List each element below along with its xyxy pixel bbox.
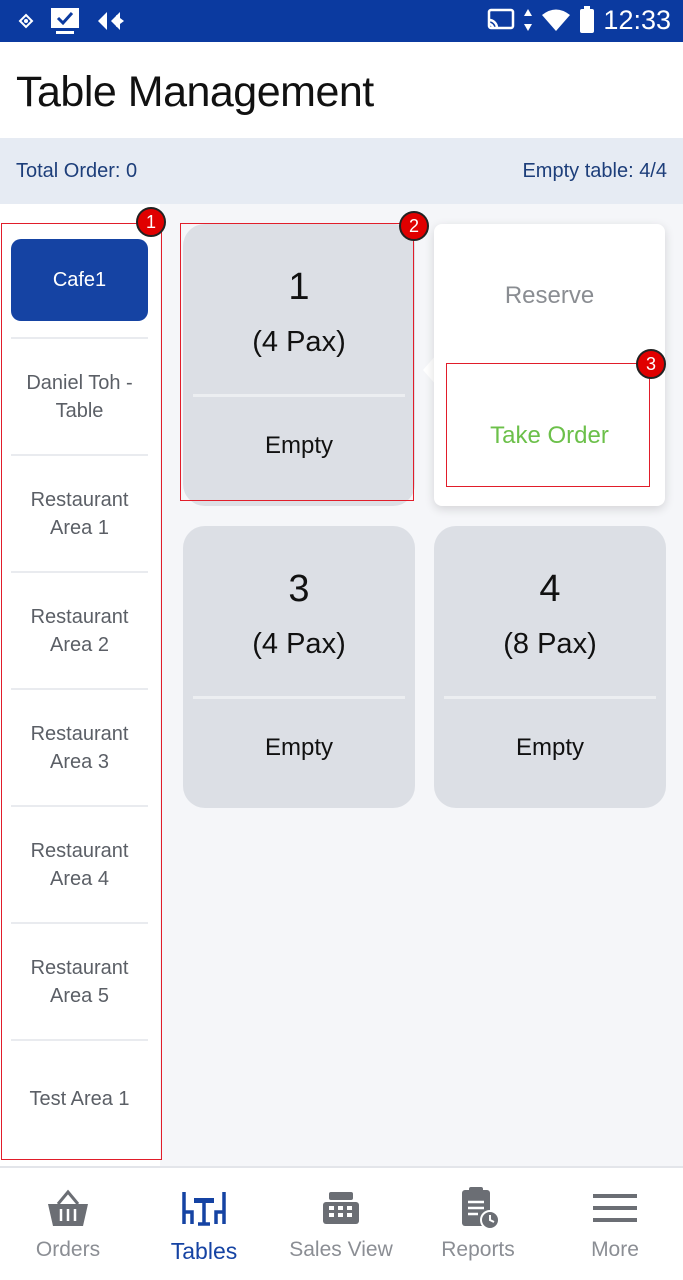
nav-reports[interactable]: Reports (410, 1168, 546, 1280)
app-header: Table Management (0, 42, 683, 138)
nav-label: More (591, 1238, 639, 1261)
annotation-badge-1: 1 (136, 207, 166, 237)
table-card-4[interactable]: 4 (8 Pax) Empty (434, 526, 666, 808)
summary-bar: Total Order: 0 Empty table: 4/4 (0, 138, 683, 204)
nav-orders[interactable]: Orders (0, 1168, 136, 1280)
status-time: 12:33 (603, 4, 671, 35)
nav-label: Sales View (289, 1238, 393, 1261)
nav-label: Tables (170, 1238, 238, 1264)
annotation-badge-2: 2 (399, 211, 429, 241)
hamburger-menu-icon (593, 1194, 637, 1222)
nav-more[interactable]: More (547, 1168, 683, 1280)
data-arrows-icon (524, 9, 533, 31)
cast-icon (488, 8, 515, 30)
bottom-navigation: Orders Tables Sales View Reports More (0, 1166, 683, 1280)
wifi-icon (542, 9, 571, 31)
nav-label: Orders (35, 1238, 101, 1261)
battery-icon (580, 6, 595, 33)
nav-label: Reports (441, 1238, 515, 1261)
annotation-box-1 (1, 223, 162, 1160)
tables-icon (182, 1192, 226, 1226)
table-number: 4 (539, 568, 561, 610)
download-check-icon (51, 8, 79, 34)
annotation-badge-3: 3 (636, 349, 666, 379)
nav-sales-view[interactable]: Sales View (273, 1168, 409, 1280)
table-status: Empty (264, 734, 333, 761)
page-title: Table Management (16, 68, 374, 116)
cash-register-icon (323, 1192, 359, 1224)
table-pax: (8 Pax) (503, 628, 597, 660)
annotation-box-2 (180, 223, 414, 501)
signal-small-icon (18, 13, 34, 29)
divider (444, 696, 656, 699)
table-pax: (4 Pax) (252, 628, 346, 660)
divider (193, 696, 405, 699)
table-number: 3 (288, 568, 310, 610)
reserve-button[interactable]: Reserve (434, 282, 665, 310)
table-status: Empty (515, 734, 584, 761)
basket-icon (48, 1189, 88, 1226)
navigation-icon (98, 12, 124, 30)
nav-tables[interactable]: Tables (136, 1168, 272, 1280)
total-order-label: Total Order: 0 (16, 160, 138, 182)
empty-table-label: Empty table: 4/4 (522, 160, 667, 182)
report-clipboard-icon (462, 1187, 500, 1230)
main-content: Cafe1 Daniel Toh - Table Restaurant Area… (0, 204, 683, 1166)
table-card-3[interactable]: 3 (4 Pax) Empty (183, 526, 415, 808)
annotation-box-3 (446, 363, 650, 487)
status-bar: 12:33 (0, 0, 683, 42)
